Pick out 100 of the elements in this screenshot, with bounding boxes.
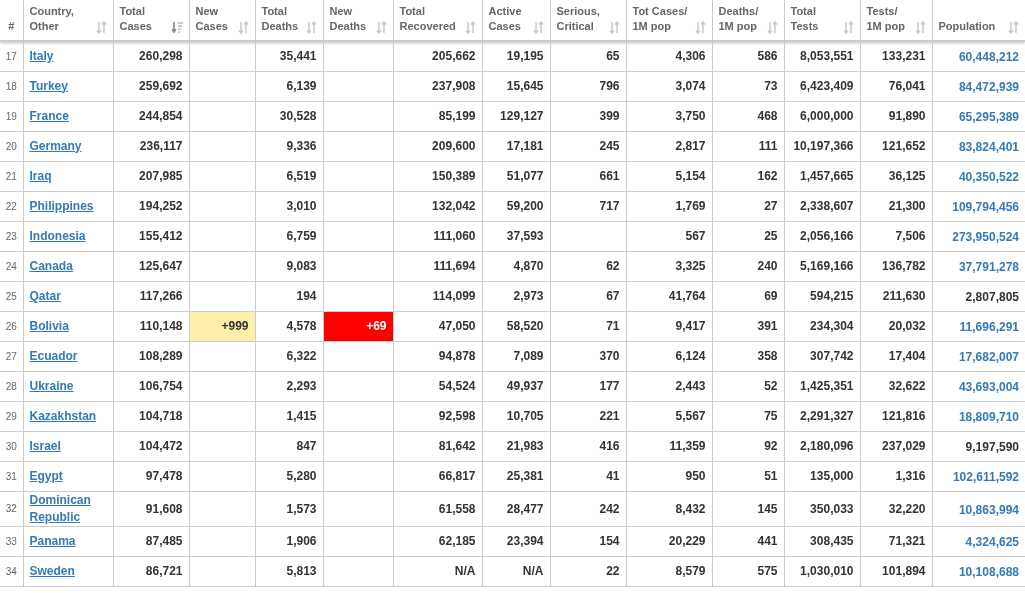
table-cell: 237,908 bbox=[393, 71, 482, 101]
country-link[interactable]: Ecuador bbox=[29, 347, 107, 365]
table-cell: 350,033 bbox=[784, 491, 860, 526]
population-link[interactable]: 84,472,939 bbox=[958, 80, 1019, 94]
table-cell: 20,032 bbox=[860, 311, 932, 341]
country-link[interactable]: Egypt bbox=[29, 467, 107, 485]
population-link[interactable]: 273,950,524 bbox=[952, 230, 1019, 244]
table-cell: N/A bbox=[482, 556, 550, 586]
rank-number: 27 bbox=[0, 341, 23, 371]
column-header[interactable]: Country, Other bbox=[29, 4, 74, 34]
population-link[interactable]: 60,448,212 bbox=[958, 50, 1019, 65]
table-cell: 441 bbox=[712, 526, 784, 556]
table-cell: 5,280 bbox=[255, 461, 323, 491]
rank-number: 19 bbox=[0, 101, 23, 131]
table-cell: 2,056,166 bbox=[784, 221, 860, 251]
table-cell: 76,041 bbox=[860, 71, 932, 101]
table-cell: 260,298 bbox=[113, 41, 189, 71]
table-cell: 62,185 bbox=[393, 526, 482, 556]
rank-number: 34 bbox=[0, 556, 23, 586]
rank-number: 24 bbox=[0, 251, 23, 281]
country-link[interactable]: Philippines bbox=[29, 197, 107, 215]
country-link[interactable]: Qatar bbox=[29, 287, 107, 305]
table-cell: 209,600 bbox=[393, 131, 482, 161]
table-cell: 150,389 bbox=[393, 161, 482, 191]
population-link[interactable]: 102,611,592 bbox=[952, 470, 1019, 484]
country-link[interactable]: Iraq bbox=[29, 167, 107, 185]
country-link[interactable]: Bolivia bbox=[29, 317, 107, 335]
table-cell: 370 bbox=[550, 341, 626, 371]
column-header[interactable]: Deaths/ 1M pop bbox=[718, 4, 759, 34]
column-header[interactable]: Population bbox=[938, 19, 996, 34]
rank-number: 30 bbox=[0, 431, 23, 461]
population-link[interactable]: 10,108,688 bbox=[958, 565, 1019, 579]
country-link[interactable]: Kazakhstan bbox=[29, 407, 107, 425]
table-cell: 1,769 bbox=[626, 191, 712, 221]
table-cell: 162 bbox=[712, 161, 784, 191]
table-cell: 358 bbox=[712, 341, 784, 371]
population-link[interactable]: 37,791,278 bbox=[958, 260, 1019, 274]
table-cell: 6,759 bbox=[255, 221, 323, 251]
country-link[interactable]: Panama bbox=[29, 532, 107, 550]
population-link[interactable]: 65,295,389 bbox=[958, 110, 1019, 124]
country-link[interactable]: Italy bbox=[29, 47, 107, 65]
country-link[interactable]: Sweden bbox=[29, 562, 107, 580]
table-cell: 19,195 bbox=[482, 41, 550, 71]
country-link[interactable]: Indonesia bbox=[29, 227, 107, 245]
table-cell: 101,894 bbox=[860, 556, 932, 586]
population-link[interactable]: 10,863,994 bbox=[958, 502, 1019, 517]
population-link[interactable]: 11,696,291 bbox=[959, 320, 1019, 334]
column-header[interactable]: Serious, Critical bbox=[556, 4, 600, 34]
column-header[interactable]: Active Cases bbox=[488, 4, 522, 34]
table-cell: N/A bbox=[393, 556, 482, 586]
table-cell: 391 bbox=[712, 311, 784, 341]
table-cell: 1,906 bbox=[255, 526, 323, 556]
column-header[interactable]: Total Recovered bbox=[399, 4, 456, 34]
table-cell: 6,519 bbox=[255, 161, 323, 191]
country-link[interactable]: Germany bbox=[29, 137, 107, 155]
table-cell: 3,325 bbox=[626, 251, 712, 281]
population-link[interactable]: 18,809,710 bbox=[958, 410, 1019, 424]
population-link[interactable]: 40,350,522 bbox=[958, 170, 1019, 184]
table-cell: 847 bbox=[255, 431, 323, 461]
table-cell: 106,754 bbox=[113, 371, 189, 401]
table-cell: 240 bbox=[712, 251, 784, 281]
country-link[interactable]: Ukraine bbox=[29, 377, 107, 395]
table-cell: 194 bbox=[255, 281, 323, 311]
column-header[interactable]: Tot Cases/ 1M pop bbox=[632, 4, 688, 34]
column-header[interactable]: Tests/ 1M pop bbox=[866, 4, 905, 34]
column-header[interactable]: New Deaths bbox=[329, 4, 367, 34]
population-link[interactable]: 17,682,007 bbox=[958, 350, 1019, 364]
table-cell: 7,506 bbox=[860, 221, 932, 251]
table-cell: 17,404 bbox=[860, 341, 932, 371]
country-link[interactable]: Israel bbox=[29, 437, 107, 455]
country-link[interactable]: Canada bbox=[29, 257, 107, 275]
table-cell: 86,721 bbox=[113, 556, 189, 586]
column-header[interactable]: Total Tests bbox=[790, 4, 819, 34]
table-cell: 129,127 bbox=[482, 101, 550, 131]
table-cell: 1,030,010 bbox=[784, 556, 860, 586]
population-link[interactable]: 83,824,401 bbox=[958, 140, 1019, 154]
country-link[interactable]: Turkey bbox=[29, 77, 107, 95]
column-header[interactable]: New Cases bbox=[195, 4, 228, 34]
table-cell: 58,520 bbox=[482, 311, 550, 341]
table-cell: 5,154 bbox=[626, 161, 712, 191]
table-cell: 145 bbox=[712, 491, 784, 526]
table-cell: 133,231 bbox=[860, 41, 932, 71]
population-link[interactable]: 43,693,004 bbox=[958, 380, 1019, 394]
table-cell: 17,181 bbox=[482, 131, 550, 161]
population-link[interactable]: 109,794,456 bbox=[952, 200, 1019, 214]
table-cell: 244,854 bbox=[113, 101, 189, 131]
table-cell: 468 bbox=[712, 101, 784, 131]
table-cell: 575 bbox=[712, 556, 784, 586]
table-cell: 81,642 bbox=[393, 431, 482, 461]
country-link[interactable]: Dominican Republic bbox=[29, 491, 107, 526]
table-cell: 3,074 bbox=[626, 71, 712, 101]
population-link[interactable]: 4,324,625 bbox=[965, 535, 1019, 549]
table-cell: 1,316 bbox=[860, 461, 932, 491]
column-header[interactable]: Total Deaths bbox=[261, 4, 299, 34]
table-cell: 51 bbox=[712, 461, 784, 491]
column-header[interactable]: Total Cases bbox=[119, 4, 152, 34]
table-cell: 5,813 bbox=[255, 556, 323, 586]
table-cell: 6,124 bbox=[626, 341, 712, 371]
table-cell: 32,220 bbox=[860, 491, 932, 526]
country-link[interactable]: France bbox=[29, 107, 107, 125]
